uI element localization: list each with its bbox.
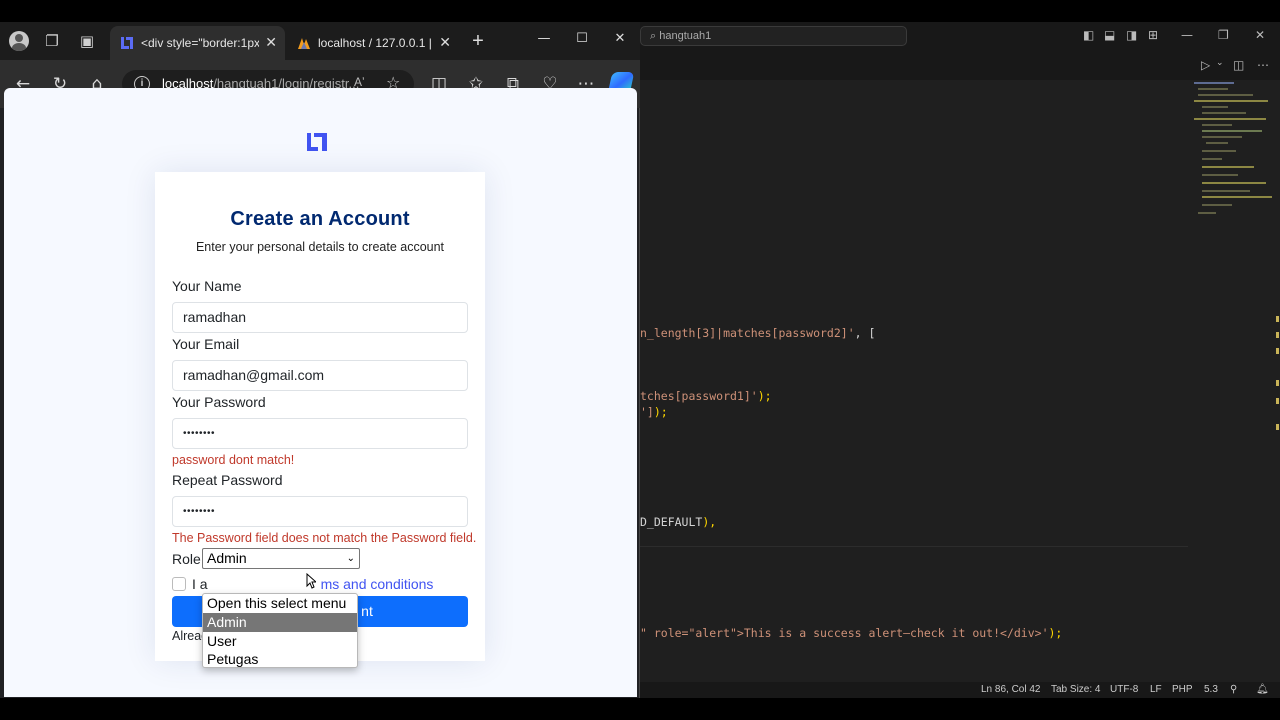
notifications-bell-icon[interactable]: 🔔︎: [1256, 682, 1269, 698]
scrollbar-marker: [1276, 348, 1279, 354]
phpmyadmin-icon: [298, 38, 310, 49]
role-selected-value: Admin: [207, 550, 247, 566]
app-logo-icon: [121, 37, 133, 49]
browser-window: ❐ ▣ <div style="border:1px solid ✕ local…: [0, 22, 640, 698]
repeat-password-error: The Password field does not match the Pa…: [172, 531, 477, 545]
customize-layout-icon[interactable]: ⊞: [1148, 28, 1158, 42]
toggle-panel-icon[interactable]: ⬓: [1104, 28, 1115, 42]
command-center[interactable]: ⌕ hangtuah1: [640, 26, 907, 46]
toggle-secondary-sidebar-icon[interactable]: ◨: [1126, 28, 1137, 42]
split-editor-icon[interactable]: ◫: [1233, 58, 1244, 72]
scrollbar-marker: [1276, 424, 1279, 430]
cursor-position[interactable]: Ln 86, Col 42: [981, 682, 1041, 698]
read-aloud-icon[interactable]: Aʼ: [354, 75, 365, 89]
code-line: n_length[3]|matches[password2]', [: [640, 326, 876, 340]
repeat-password-input[interactable]: ••••••••: [172, 496, 468, 527]
password-input[interactable]: ••••••••: [172, 418, 468, 449]
tab-title: <div style="border:1px solid: [141, 36, 259, 50]
role-option[interactable]: Open this select menu: [203, 594, 357, 613]
toggle-sidebar-icon[interactable]: ◧: [1083, 28, 1094, 42]
terms-checkbox[interactable]: [172, 577, 186, 591]
code-line: tches[password1]');: [640, 389, 772, 403]
maximize-icon[interactable]: ☐: [569, 28, 595, 50]
role-dropdown-menu: Open this select menu Admin User Petugas: [202, 593, 358, 668]
close-tab-icon[interactable]: ✕: [439, 26, 451, 60]
tab-registration[interactable]: <div style="border:1px solid ✕: [110, 26, 285, 60]
page-subtitle: Enter your personal details to create ac…: [195, 240, 445, 254]
scrollbar-marker: [1276, 332, 1279, 338]
mouse-cursor-icon: [306, 573, 316, 589]
editor-tab-bar: ▷ ⌄ ◫ ⋯: [640, 52, 1280, 80]
new-tab-button[interactable]: +: [467, 30, 489, 52]
role-label: Role: [172, 551, 201, 567]
role-option[interactable]: Petugas: [203, 650, 357, 667]
screen: ❐ ▣ <div style="border:1px solid ✕ local…: [0, 22, 1280, 698]
role-select[interactable]: Admin ⌄: [202, 548, 360, 569]
divider: [640, 546, 1188, 547]
name-label: Your Name: [172, 278, 242, 294]
vertical-tabs-icon[interactable]: ▣: [76, 30, 98, 52]
status-bar: Ln 86, Col 42 Tab Size: 4 UTF-8 LF PHP 5…: [640, 682, 1280, 698]
line-ending[interactable]: LF: [1150, 682, 1162, 698]
tab-size[interactable]: Tab Size: 4: [1051, 682, 1100, 698]
more-actions-icon[interactable]: ⋯: [1257, 58, 1269, 72]
code-line: ']);: [640, 405, 668, 419]
role-option[interactable]: User: [203, 632, 357, 651]
editor-title-bar: ⌕ hangtuah1 ◧ ⬓ ◨ ⊞ — ❐ ✕: [640, 22, 1280, 52]
workspaces-icon[interactable]: ❐: [41, 30, 63, 52]
run-icon[interactable]: ▷: [1201, 58, 1210, 72]
email-input[interactable]: ramadhan@gmail.com: [172, 360, 468, 391]
language-mode[interactable]: PHP: [1172, 682, 1193, 698]
close-tab-icon[interactable]: ✕: [265, 26, 277, 60]
chevron-down-icon[interactable]: ⌄: [1216, 58, 1224, 68]
maximize-icon[interactable]: ❐: [1218, 28, 1229, 42]
close-window-icon[interactable]: ✕: [607, 28, 633, 50]
profile-avatar[interactable]: [9, 31, 29, 51]
password-label: Your Password: [172, 394, 266, 410]
terms-link[interactable]: ms and conditions: [321, 576, 434, 592]
repeat-password-label: Repeat Password: [172, 472, 283, 488]
code-line: " role="alert">This is a success alert—c…: [640, 626, 1063, 640]
tab-phpmyadmin[interactable]: localhost / 127.0.0.1 | phpMy ✕: [287, 26, 459, 60]
chevron-down-icon: ⌄: [346, 553, 355, 564]
minimap: [1194, 80, 1272, 230]
email-label: Your Email: [172, 336, 240, 352]
scrollbar-marker: [1276, 398, 1279, 404]
scrollbar-marker: [1276, 316, 1279, 322]
settings-sync-icon[interactable]: ⚲: [1230, 682, 1237, 698]
scrollbar-marker: [1276, 380, 1279, 386]
close-window-icon[interactable]: ✕: [1255, 28, 1265, 42]
code-line: D_DEFAULT),: [640, 515, 717, 529]
minimize-icon[interactable]: —: [1181, 28, 1193, 42]
password-error: password dont match!: [172, 453, 295, 467]
site-logo-icon: [307, 133, 327, 151]
tab-bar: ❐ ▣ <div style="border:1px solid ✕ local…: [0, 22, 640, 60]
code-editor-window: ⌕ hangtuah1 ◧ ⬓ ◨ ⊞ — ❐ ✕ ▷ ⌄ ◫ ⋯ n_leng…: [640, 22, 1280, 698]
php-version[interactable]: 5.3: [1204, 682, 1218, 698]
register-card: Create an Account Enter your personal de…: [155, 172, 485, 661]
page-title: Create an Account: [230, 208, 410, 230]
editor-body: n_length[3]|matches[password2]', [ tches…: [640, 80, 1280, 682]
role-option-highlighted[interactable]: Admin: [203, 613, 357, 632]
minimize-icon[interactable]: —: [531, 28, 557, 50]
tab-title: localhost / 127.0.0.1 | phpMy: [318, 36, 436, 50]
encoding[interactable]: UTF-8: [1110, 682, 1138, 698]
name-input[interactable]: ramadhan: [172, 302, 468, 333]
